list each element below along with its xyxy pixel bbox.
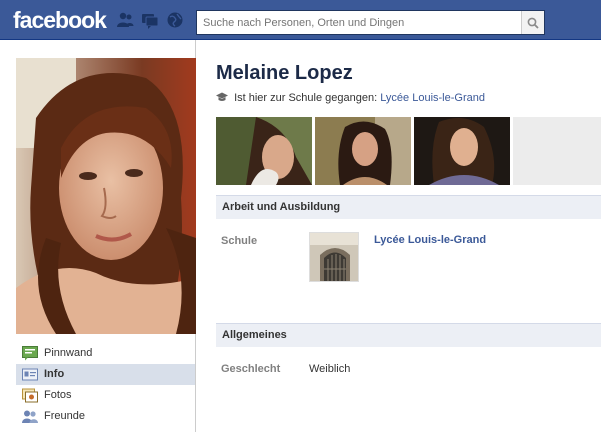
friend-requests-icon[interactable] [116,11,134,29]
section-work-education: Arbeit und Ausbildung [216,195,601,219]
sidebar-item-label: Info [44,368,65,380]
gender-label: Geschlecht [221,363,281,375]
sidebar-item-freunde[interactable]: Freunde [16,406,195,427]
photo-thumbnail[interactable] [315,117,411,185]
sidebar-item-label: Pinnwand [44,347,93,359]
photo-placeholder [513,117,601,185]
section-general: Allgemeines [216,323,601,347]
sidebar-item-pinnwand[interactable]: Pinnwand [16,343,195,364]
education-prefix: Ist hier zur Schule gegangen: [234,92,378,104]
wall-icon [22,346,38,361]
photo-thumbnail[interactable] [216,117,312,185]
search-box [196,10,545,35]
friends-icon [22,410,38,423]
school-label: Schule [221,235,258,247]
photo-thumbnail[interactable] [414,117,510,185]
sidebar-item-fotos[interactable]: Fotos [16,385,195,406]
school-thumbnail[interactable] [309,232,359,282]
sidebar-item-label: Freunde [44,410,85,422]
profile-name: Melaine Lopez [216,62,353,84]
sidebar-item-info[interactable]: Info [16,364,195,385]
graduation-cap-icon [216,92,228,101]
school-name-link[interactable]: Lycée Louis-le-Grand [374,234,486,246]
search-icon [527,17,539,29]
sidebar-item-label: Fotos [44,389,72,401]
facebook-logo[interactable]: facebook [13,7,107,34]
search-input[interactable] [197,11,519,34]
info-icon [22,368,38,381]
gender-value: Weiblich [309,363,351,375]
profile-nav: Pinnwand Info Fotos Freunde [16,343,195,427]
top-bar: facebook [0,0,601,40]
profile-picture[interactable] [16,58,196,334]
left-column: Pinnwand Info Fotos Freunde [0,40,196,432]
notifications-icon[interactable] [166,11,184,29]
messages-icon[interactable] [141,11,159,29]
search-button[interactable] [521,11,544,34]
education-school-link[interactable]: Lycée Louis-le-Grand [380,92,485,104]
photos-icon [22,388,38,403]
education-summary: Ist hier zur Schule gegangen: Lycée Loui… [216,92,485,104]
